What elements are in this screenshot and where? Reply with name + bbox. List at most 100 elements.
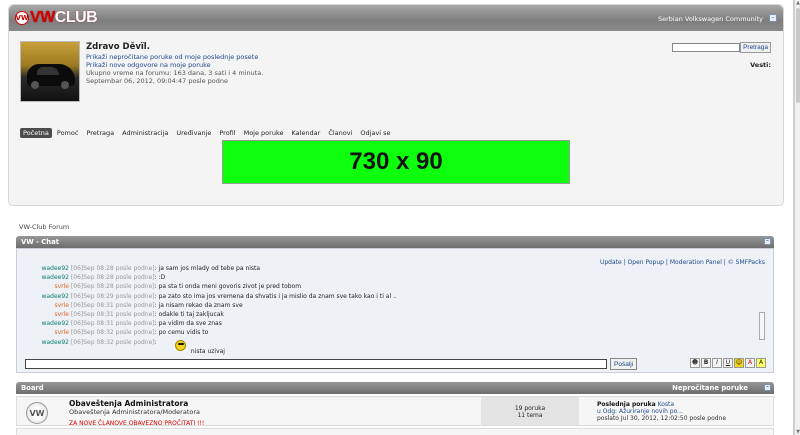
chat-message: : pa sta ti onda meni govoris zivot je p… [154, 283, 302, 291]
chat-timestamp: [06]Sep 08:31 posle podne] [70, 320, 155, 328]
vw-logo-icon: VW [15, 11, 29, 25]
chat-nick[interactable]: wadee92 [29, 273, 69, 282]
emoticon-button[interactable]: ☺ [734, 358, 744, 368]
chat-nick[interactable]: wadee92 [29, 319, 69, 328]
last-post-author[interactable]: Kosta [658, 401, 674, 408]
board-description: Obaveštenja Administratora/Moderatora [69, 408, 201, 416]
unread-posts-header-link[interactable]: Nepročitane poruke [672, 382, 748, 394]
menu-item-calendar[interactable]: Kalendar [288, 128, 323, 138]
new-replies-link[interactable]: Prikaži nove odgovore na moje poruke [86, 61, 263, 69]
smiley-icon [175, 340, 186, 351]
scroll-down-icon[interactable]: ▼ [795, 429, 800, 435]
unread-posts-link[interactable]: Prikaži nepročitane poruke od moje posle… [86, 53, 263, 61]
board-post-count: 19 poruka [514, 405, 546, 412]
avatar [20, 41, 80, 102]
time-online: Ukupno vreme na forumu: 163 dana, 3 sati… [86, 69, 264, 77]
italic-button[interactable]: I [712, 358, 722, 368]
chat-timestamp: [06]Sep 08:31 posle podne] [70, 301, 155, 309]
menu-item-profile[interactable]: Profil [216, 128, 238, 138]
chat-message: : ja nisam rekao da znam sve [154, 301, 243, 309]
chat-nick[interactable]: svrle [29, 328, 69, 337]
chat-message: nista uzivaj [190, 347, 225, 355]
chat-line: svrle [06]Sep 08:28 posle podne]: pa sta… [29, 282, 759, 291]
chat-message: : odakle ti taj zakljucak [154, 310, 224, 318]
board-stats: 19 poruka 11 tema [481, 397, 579, 425]
chat-message: : pa zato sto ima jos vremena da shvatis… [154, 292, 397, 300]
chat-line: wadee92 [06]Sep 08:29 posle podne]: pa z… [29, 292, 759, 301]
board-note[interactable]: ZA NOVE ČLANOVE OBAVEZNO PROČITATI !!! [69, 420, 204, 428]
chat-line: svrle [06]Sep 08:31 posle podne]: ja nis… [29, 301, 759, 310]
menu-item-members[interactable]: Članovi [325, 128, 355, 138]
breadcrumb[interactable]: VW-Club Forum [19, 223, 69, 231]
format-toolbar: ☻ B I U ☺ A A [690, 358, 766, 368]
collapse-header-button[interactable]: – [769, 14, 777, 22]
search-input[interactable] [672, 43, 740, 52]
scrollbar-thumb[interactable] [796, 8, 800, 103]
vw-board-icon: VW [26, 402, 48, 424]
chat-nick[interactable]: svrle [29, 282, 69, 291]
chat-nick[interactable]: svrle [29, 310, 69, 319]
header-bar: VW VWCLUB Serbian Volkswagen Community – [9, 5, 783, 31]
board-row: VW Obaveštenja Administratora Obaveštenj… [16, 396, 774, 428]
ad-banner[interactable]: 730 x 90 [222, 140, 570, 184]
bold-button[interactable]: B [701, 358, 711, 368]
board-title: Board [21, 384, 44, 392]
header: VW VWCLUB Serbian Volkswagen Community –… [8, 4, 784, 206]
chat-timestamp: [06]Sep 08:28 posle podne] [70, 265, 155, 272]
news-label: Vesti: [750, 61, 771, 69]
chat-nick[interactable]: wadee92 [29, 264, 69, 273]
chat-timestamp: [06]Sep 08:31 posle podne] [70, 310, 155, 318]
chat-message: : pa vidim da sve znas [154, 320, 222, 328]
main-menu: Početna Pomoć Pretraga Administracija Ur… [20, 128, 396, 138]
chat-title-bar: VW - Chat – [16, 236, 774, 248]
search-button[interactable]: Pretraga [740, 42, 771, 53]
site-logo[interactable]: VW VWCLUB [15, 9, 98, 26]
chat-title: VW - Chat [21, 238, 59, 246]
community-title: Serbian Volkswagen Community [657, 15, 763, 23]
chat-timestamp: [06]Sep 08:28 posle podne] [70, 283, 155, 291]
scroll-up-icon[interactable]: ▲ [795, 0, 800, 6]
chat-nick[interactable]: wadee92 [29, 338, 69, 347]
board-info: Obaveštenja Administratora Obaveštenja A… [69, 400, 204, 428]
chat-timestamp: [06]Sep 08:28 posle podne] [70, 274, 155, 282]
logo-text: VWCLUB [30, 9, 98, 26]
chat-line: svrle [06]Sep 08:31 posle podne]: odakle… [29, 310, 759, 319]
chat-message: : :D [154, 274, 166, 282]
last-post-date: poslato Jul 30, 2012, 12:02:50 posle pod… [597, 415, 727, 422]
last-post-topic[interactable]: u Odg: Ažuriranje novih po... [597, 408, 726, 415]
page-scrollbar[interactable]: ▲ ▼ [794, 0, 800, 435]
chat-scrollbar[interactable] [759, 312, 765, 340]
menu-item-admin[interactable]: Administracija [119, 128, 171, 138]
chat-input[interactable] [25, 359, 607, 369]
chat-nick[interactable]: svrle [29, 301, 69, 310]
collapse-chat-button[interactable]: – [764, 238, 771, 245]
smiley-picker-button[interactable]: ☻ [690, 358, 700, 368]
font-color-button[interactable]: A [745, 358, 755, 368]
board-last-post: Poslednja poruka Kosta u Odg: Ažuriranje… [597, 401, 726, 422]
chat-timestamp: [06]Sep 08:32 posle podne] [70, 338, 155, 346]
chat-send-button[interactable]: Pošalji [610, 358, 638, 370]
last-post-label: Poslednja poruka [597, 401, 656, 408]
chat-line: wadee92 [06]Sep 08:31 posle podne]: pa v… [29, 319, 759, 328]
menu-item-logout[interactable]: Odjavi se [357, 128, 393, 138]
chat-line: wadee92 [06]Sep 08:32 posle podne]: [29, 338, 759, 347]
menu-item-messages[interactable]: Moje poruke [241, 128, 287, 138]
chat-line: nista uzivaj [29, 347, 759, 356]
underline-button[interactable]: U [723, 358, 733, 368]
menu-item-moderate[interactable]: Uređivanje [173, 128, 214, 138]
menu-item-search[interactable]: Pretraga [83, 128, 117, 138]
menu-item-help[interactable]: Pomoć [54, 128, 82, 138]
chat-messages: wadee92 [06]Sep 08:28 posle podne]: ja s… [29, 264, 759, 356]
board-title-bar: Board Nepročitane poruke – [16, 382, 774, 394]
chat-timestamp: [06]Sep 08:32 posle podne] [70, 329, 155, 337]
chat-message: : [154, 338, 157, 346]
chat-message: : po cemu vidis to [154, 329, 209, 337]
menu-item-home[interactable]: Početna [20, 128, 52, 138]
chat-nick[interactable]: wadee92 [29, 292, 69, 301]
chat-box: Update | Open Popup | Moderation Panel |… [16, 248, 774, 373]
chat-line: svrle [06]Sep 08:32 posle podne]: po cem… [29, 328, 759, 337]
highlight-button[interactable]: A [756, 358, 766, 368]
collapse-board-button[interactable]: – [764, 384, 771, 391]
board-name[interactable]: Obaveštenja Administratora [69, 400, 204, 408]
board-row [16, 428, 774, 435]
